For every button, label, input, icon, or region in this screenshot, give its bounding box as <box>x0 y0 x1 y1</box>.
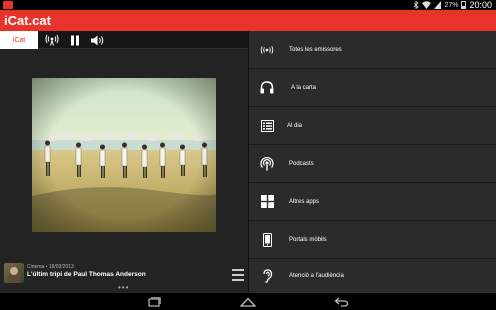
signal-icon <box>434 1 442 9</box>
menu-item-totes-les-emissores[interactable]: Totes les emissores <box>249 31 496 69</box>
battery-percent: 27% <box>444 1 459 9</box>
player-panel: iCat Cinema • 19/03/2013 L'últim tripi d… <box>0 31 248 293</box>
recents-icon <box>148 296 161 307</box>
pause-button[interactable] <box>67 33 83 47</box>
phone-icon <box>259 232 275 248</box>
pause-icon <box>71 35 79 45</box>
broadcast-icon <box>259 42 275 58</box>
back-icon <box>334 297 348 307</box>
player-toolbar: iCat <box>0 31 248 49</box>
now-playing-title: L'últim tripi de Paul Thomas Anderson <box>27 271 146 278</box>
volume-button[interactable] <box>89 33 105 47</box>
home-button[interactable] <box>240 295 256 308</box>
clock: 20:00 <box>469 0 492 10</box>
program-artwork <box>32 78 216 232</box>
radio-signal-icon <box>45 34 59 46</box>
live-signal-button[interactable] <box>44 33 60 47</box>
now-playing-thumbnail <box>4 263 24 283</box>
bluetooth-icon <box>414 1 420 9</box>
playlist-icon[interactable] <box>232 269 244 281</box>
apps-grid-icon <box>259 194 275 210</box>
menu-item-a-la-carta[interactable]: A la carta <box>249 69 496 107</box>
menu-item-label: Podcasts <box>289 160 314 167</box>
ear-icon <box>259 268 275 284</box>
home-icon <box>240 297 256 307</box>
wifi-icon <box>422 1 432 9</box>
menu-item-label: Altres apps <box>289 198 320 205</box>
back-button[interactable] <box>333 295 349 308</box>
menu-item-label: Portals mòbils <box>289 236 327 243</box>
battery-icon <box>461 1 467 9</box>
menu-item-label: Al dia <box>287 122 303 129</box>
headphones-icon <box>259 80 275 96</box>
recents-button[interactable] <box>146 295 162 308</box>
menu-item-altres-apps[interactable]: Altres apps <box>249 183 496 221</box>
menu-item-podcasts[interactable]: Podcasts <box>249 145 496 183</box>
navigation-menu: Totes les emissores A la carta Al dia Po… <box>248 31 496 293</box>
app-notification-icon <box>3 1 13 9</box>
page-indicator-dots: ••• <box>118 283 130 292</box>
podcast-icon <box>259 156 275 172</box>
app-header: iCat.cat <box>0 10 496 31</box>
news-icon <box>259 118 275 134</box>
menu-item-al-dia[interactable]: Al dia <box>249 107 496 145</box>
menu-item-label: A la carta <box>291 84 317 91</box>
menu-item-atencio-audiencia[interactable]: Atenció a l'audiència <box>249 259 496 293</box>
now-playing-meta: Cinema • 19/03/2013 <box>27 264 74 270</box>
system-navigation-bar <box>0 293 496 310</box>
volume-icon <box>90 35 103 45</box>
menu-item-label: Totes les emissores <box>289 46 342 53</box>
now-playing-bar[interactable]: Cinema • 19/03/2013 L'últim tripi de Pau… <box>0 259 248 293</box>
status-indicators: 27% 20:00 <box>413 0 492 10</box>
tab-icat[interactable]: iCat <box>0 31 38 49</box>
status-bar: 27% 20:00 <box>0 0 496 10</box>
menu-item-label: Atenció a l'audiència <box>289 273 344 279</box>
app-logo[interactable]: iCat.cat <box>4 13 51 28</box>
menu-item-portals-mobils[interactable]: Portals mòbils <box>249 221 496 259</box>
